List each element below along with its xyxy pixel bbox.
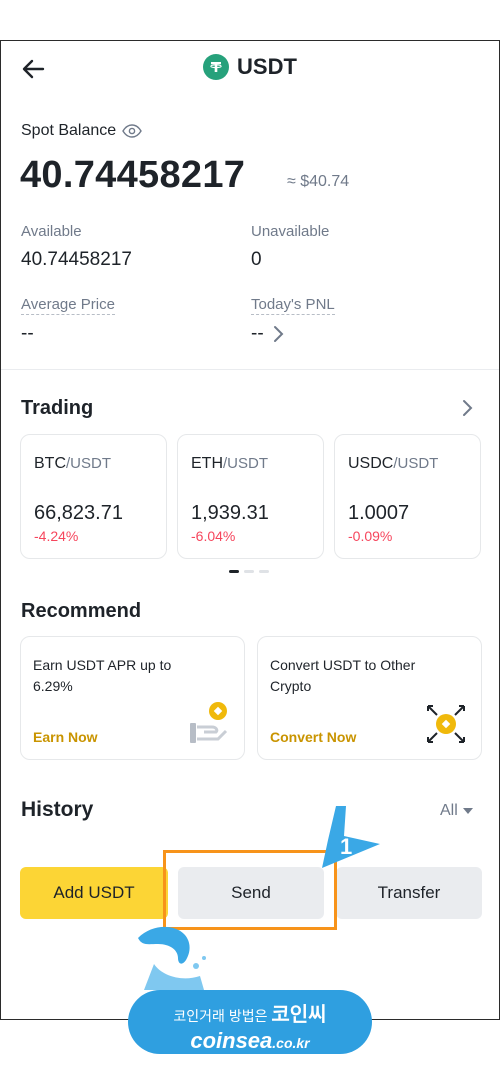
pair-change: -6.04% bbox=[191, 528, 236, 544]
transfer-button[interactable]: Transfer bbox=[336, 867, 482, 919]
watermark-badge: 코인거래 방법은 코인씨 coinsea.co.kr bbox=[128, 990, 372, 1054]
add-usdt-button[interactable]: Add USDT bbox=[20, 867, 168, 919]
available-label: Available bbox=[21, 223, 82, 240]
earn-now-link[interactable]: Earn Now bbox=[33, 729, 98, 745]
trading-pair-card-btc[interactable]: BTC/USDT 66,823.71 -4.24% bbox=[20, 434, 167, 559]
caret-down-icon bbox=[462, 808, 473, 814]
balance-value: 40.74458217 bbox=[20, 154, 246, 196]
history-filter-dropdown[interactable]: All bbox=[440, 802, 473, 820]
earn-card[interactable]: Earn USDT APR up to 6.29% Earn Now bbox=[20, 636, 245, 760]
watermark-line2: coinsea.co.kr bbox=[190, 1028, 310, 1053]
pair-change: -4.24% bbox=[34, 528, 79, 544]
recommend-title: Recommend bbox=[21, 600, 142, 622]
available-value: 40.74458217 bbox=[21, 249, 132, 270]
trading-more-chevron-icon[interactable] bbox=[461, 398, 473, 418]
convert-card-text: Convert USDT to Other Crypto bbox=[270, 657, 416, 694]
carousel-dot-active bbox=[229, 570, 239, 573]
step-number: 1 bbox=[340, 834, 352, 859]
convert-card[interactable]: Convert USDT to Other Crypto Convert Now bbox=[257, 636, 482, 760]
spot-balance-label: Spot Balance bbox=[21, 122, 143, 140]
carousel-indicator bbox=[229, 570, 269, 573]
step-callout-arrow: 1 bbox=[322, 806, 380, 868]
unavailable-value: 0 bbox=[251, 249, 262, 270]
history-title: History bbox=[21, 798, 94, 821]
pair-name: USDC/USDT bbox=[348, 455, 439, 472]
pair-name: ETH/USDT bbox=[191, 455, 268, 472]
tether-icon bbox=[203, 54, 230, 80]
unavailable-stat: Unavailable 0 bbox=[251, 223, 329, 271]
section-divider bbox=[1, 369, 499, 370]
carousel-dot bbox=[244, 570, 254, 573]
trading-title: Trading bbox=[21, 397, 94, 419]
chevron-right-icon bbox=[273, 326, 284, 342]
convert-now-link[interactable]: Convert Now bbox=[270, 729, 356, 745]
history-filter-label: All bbox=[440, 802, 458, 819]
average-price-stat: Average Price -- bbox=[21, 296, 115, 345]
pair-price: 1,939.31 bbox=[191, 502, 269, 524]
earn-card-text: Earn USDT APR up to 6.29% bbox=[33, 657, 172, 694]
eye-icon[interactable] bbox=[122, 124, 143, 138]
balance-usd-approx: ≈ $40.74 bbox=[287, 173, 350, 190]
dolphin-logo-icon bbox=[138, 926, 206, 990]
todays-pnl-row[interactable]: -- bbox=[251, 323, 335, 345]
spot-balance-text: Spot Balance bbox=[21, 122, 117, 139]
header-title-group: USDT bbox=[1, 54, 499, 80]
earn-hand-coin-icon bbox=[190, 702, 228, 743]
header: USDT bbox=[1, 41, 499, 95]
page-title: USDT bbox=[237, 54, 297, 79]
todays-pnl-stat[interactable]: Today's PNL -- bbox=[251, 296, 335, 345]
trading-pair-card-usdc[interactable]: USDC/USDT 1.0007 -0.09% bbox=[334, 434, 481, 559]
pair-name: BTC/USDT bbox=[34, 455, 111, 472]
pair-price: 1.0007 bbox=[348, 502, 410, 524]
send-highlight-box bbox=[163, 850, 337, 930]
average-price-value: -- bbox=[21, 323, 34, 344]
carousel-dot bbox=[259, 570, 269, 573]
average-price-label[interactable]: Average Price bbox=[21, 296, 115, 315]
pair-change: -0.09% bbox=[348, 528, 393, 544]
todays-pnl-label[interactable]: Today's PNL bbox=[251, 296, 335, 315]
trading-pair-card-eth[interactable]: ETH/USDT 1,939.31 -6.04% bbox=[177, 434, 324, 559]
unavailable-label: Unavailable bbox=[251, 223, 330, 240]
available-stat: Available 40.74458217 bbox=[21, 223, 132, 271]
convert-arrows-coin-icon bbox=[427, 705, 465, 743]
todays-pnl-value: -- bbox=[251, 323, 264, 344]
pair-price: 66,823.71 bbox=[34, 502, 123, 524]
watermark-line1: 코인거래 방법은 코인씨 bbox=[173, 1004, 327, 1026]
